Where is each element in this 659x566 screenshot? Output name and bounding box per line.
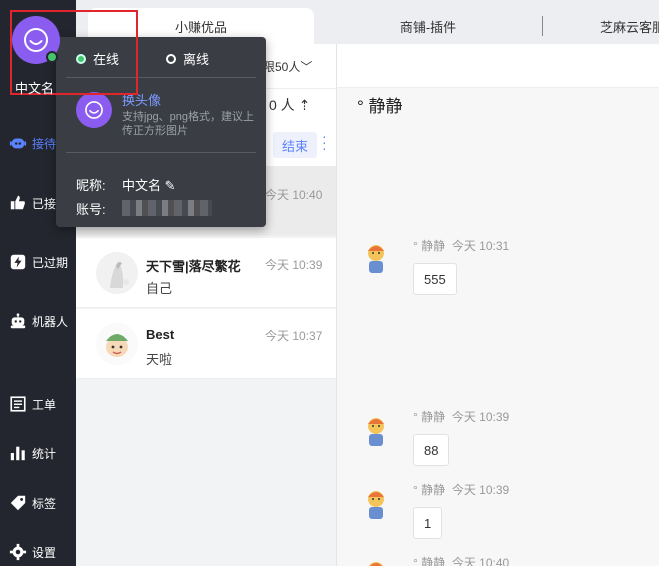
app-root: 接待 已接 已过期 机器人 工单 统计 标签 设置 小赚优品 商铺-插件 芝麻云… [0,0,659,566]
end-button[interactable]: 结束 [273,132,317,158]
account-value-redacted [122,200,212,216]
waiting-count: 0 人 ⇡ [269,97,311,113]
current-user-profile[interactable]: 中文名 [10,10,138,96]
message-bubble: 1 [413,507,443,539]
tag-icon [8,493,28,513]
chat-title: ° 静静 [357,97,403,116]
message-meta: ° 静静 今天 10:39 [413,483,510,497]
chevron-down-icon: ﹀ [300,60,313,74]
sort-icon[interactable]: ⇡ [299,97,311,113]
message-meta: ° 静静 今天 10:40 [413,556,510,566]
list-item-name: 天下雪|落尽繁花 [146,259,241,274]
avatar[interactable] [76,92,112,128]
bar-chart-icon [8,443,28,463]
lightning-icon [8,252,28,272]
sidebar-item-label: 接待 [32,136,57,151]
sidebar-item-label: 已过期 [32,255,69,270]
ticket-icon [8,394,28,414]
thumbs-up-icon [8,193,28,213]
chat-header [337,44,659,88]
status-offline-option[interactable]: 离线 [166,49,209,68]
online-status-indicator [46,51,58,63]
sidebar-item-settings[interactable]: 设置 [0,535,76,566]
nickname-label: 昵称: [76,178,106,193]
sidebar-item-label: 设置 [32,545,57,560]
nickname-value: 中文名 ✎ [122,178,176,193]
list-item[interactable]: Best 天啦 今天 10:37 [76,309,336,379]
sidebar-item-label: 工单 [32,397,57,412]
list-item-message: 自己 [146,281,173,296]
edit-pencil-icon[interactable]: ✎ [165,178,176,193]
avatar [368,491,384,519]
list-item-time: 今天 10:40 [265,188,323,202]
avatar [369,562,383,566]
list-item-message: 天啦 [146,352,173,367]
list-item[interactable]: 天下雪|落尽繁花 自己 今天 10:39 [76,238,336,308]
message-bubble: 88 [413,434,450,466]
list-item-name: Best [146,327,175,342]
list-item-time: 今天 10:39 [265,258,323,272]
offline-dot-icon [166,53,176,64]
sidebar-item-expired[interactable]: 已过期 [0,245,76,279]
gear-icon [8,542,28,562]
user-name: 中文名 [15,81,55,96]
sidebar-item-label: 标签 [32,496,57,511]
avatar [96,323,138,365]
message-bubble: 555 [413,263,457,295]
sidebar-item-tags[interactable]: 标签 [0,486,76,520]
more-icon[interactable]: · · · [322,129,327,155]
tab-zhima[interactable]: 芝麻云客服 [566,8,659,44]
robot-chat-icon [8,133,28,153]
smile-face-icon [24,28,48,52]
robot-icon [8,311,28,331]
tab-divider [542,16,543,36]
sidebar-item-robot[interactable]: 机器人 [0,304,76,338]
tab-shop-plugin[interactable]: 商铺-插件 [314,8,542,44]
message-meta: ° 静静 今天 10:39 [413,410,510,424]
avatar [96,252,138,294]
avatar [368,418,384,446]
account-label: 账号: [76,202,106,217]
avatar [368,245,384,273]
sidebar-item-tickets[interactable]: 工单 [0,387,76,421]
chat-panel: ° 静静 ° 静静 今天 10:31 555 ° 静静 今天 10:39 88 … [336,44,659,566]
limit-dropdown[interactable]: 限50人﹀ [263,58,312,75]
avatar-hint: 支持jpg、png格式，建议上传正方形图片 [122,111,255,137]
list-item-time: 今天 10:37 [265,329,323,343]
sidebar-item-label: 机器人 [32,314,69,329]
sidebar-item-statistics[interactable]: 统计 [0,436,76,470]
sidebar-item-label: 统计 [32,446,57,461]
smile-face-icon [85,101,103,119]
sidebar-item-label: 已接 [32,196,57,211]
message-meta: ° 静静 今天 10:31 [413,239,510,253]
divider [66,152,256,153]
